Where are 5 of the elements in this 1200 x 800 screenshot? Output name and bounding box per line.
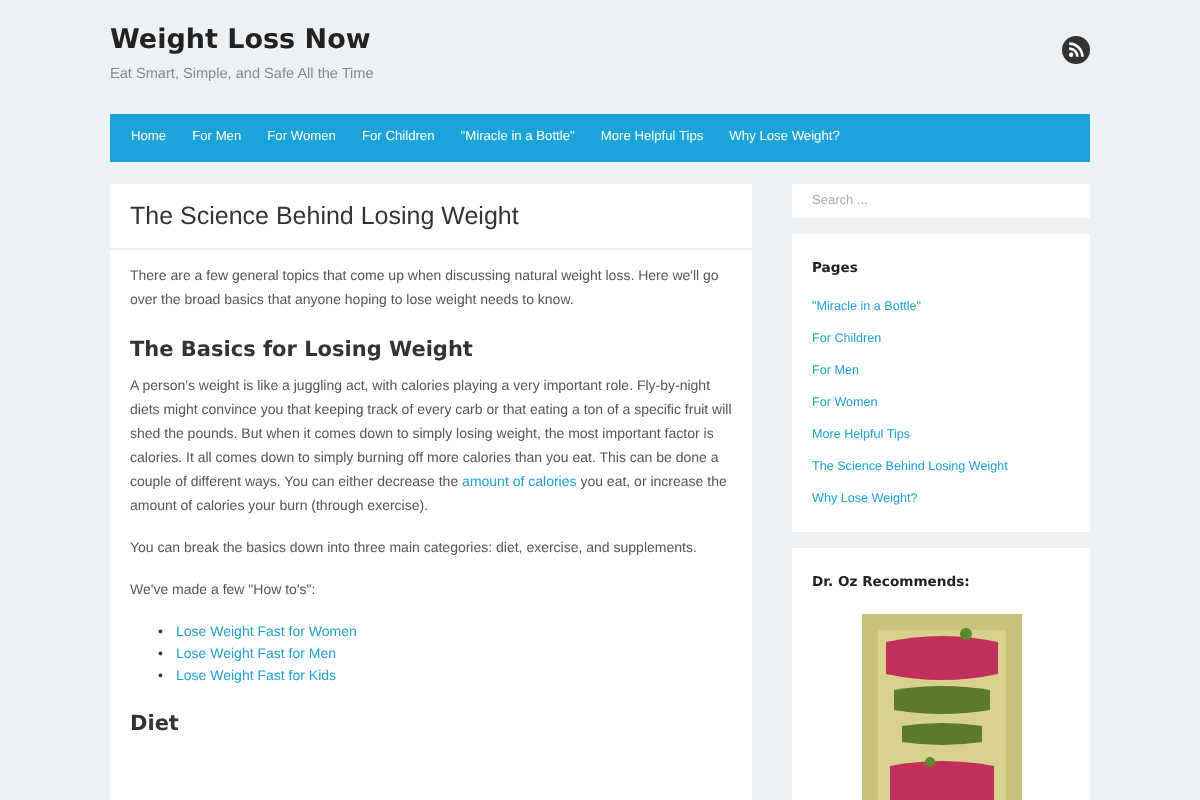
section-heading: Diet <box>130 711 181 737</box>
site-title[interactable]: Weight Loss Now <box>110 28 374 55</box>
section-heading: The Basics for Losing Weight <box>130 338 475 364</box>
article-title: The Science Behind Losing Weight <box>110 184 752 250</box>
rss-icon[interactable] <box>1062 36 1090 64</box>
